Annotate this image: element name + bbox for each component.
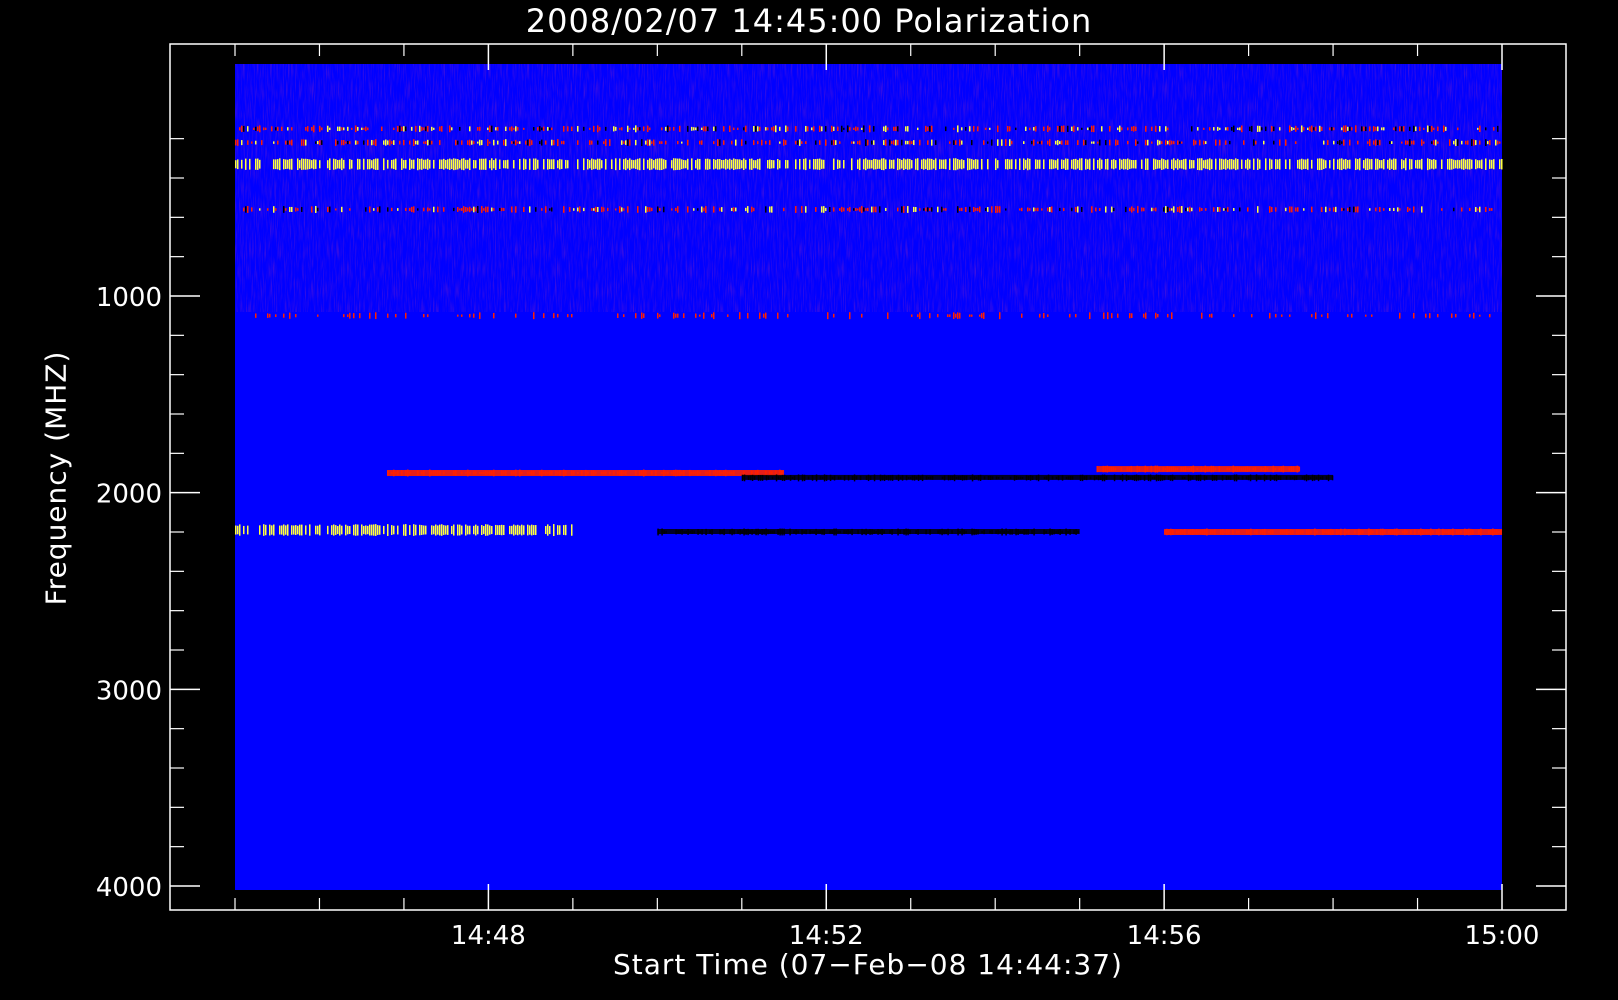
heatmap-noise [235, 64, 1502, 312]
heatmap-image [235, 64, 1503, 890]
feature-band-8 [235, 524, 573, 537]
x-tick-label: 14:56 [1127, 921, 1202, 951]
y-tick-label: 2000 [96, 480, 162, 510]
feature-band-5 [387, 469, 785, 477]
spectrogram-plot: 1000 2000 3000 4000 14:48 14:52 14:56 15:00 [96, 43, 1567, 951]
x-tick-label: 15:00 [1465, 921, 1540, 951]
x-tick-label: 14:48 [451, 921, 526, 951]
chart-title: 2008/02/07 14:45:00 Polarization [525, 2, 1093, 40]
x-axis-label: Start Time (07−Feb−08 14:44:37) [613, 948, 1123, 981]
feature-band-7 [1096, 465, 1301, 473]
y-tick-label: 3000 [96, 676, 162, 706]
x-tick-label: 14:52 [789, 921, 864, 951]
y-tick-label: 4000 [96, 873, 162, 903]
feature-band-10 [1164, 528, 1502, 536]
y-tick-label: 1000 [96, 283, 162, 313]
y-axis-label: Frequency (MHZ) [39, 350, 73, 606]
